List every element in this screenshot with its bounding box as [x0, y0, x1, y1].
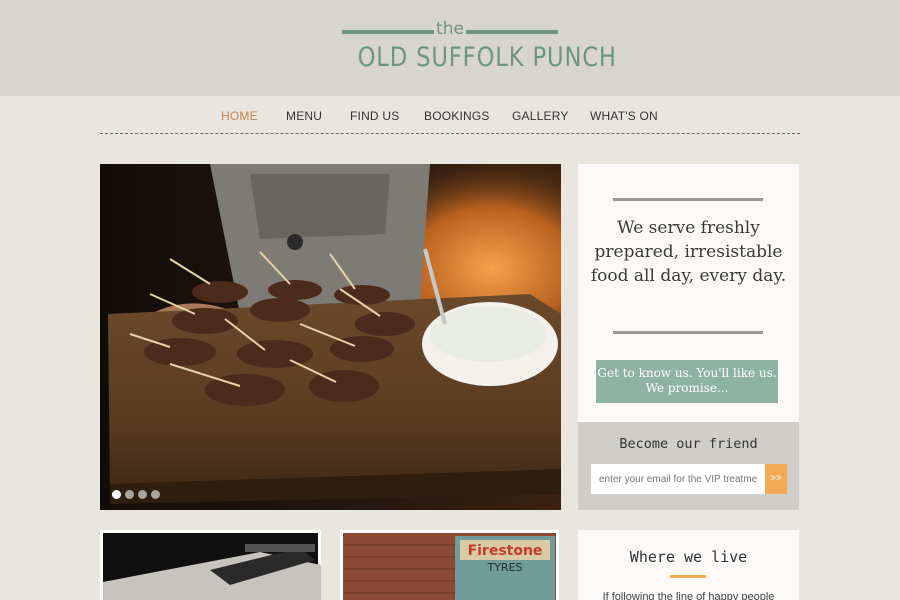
- location-text: If following the line of happy people: [602, 591, 775, 600]
- nav-find-us[interactable]: FIND US: [350, 109, 399, 123]
- slider-dot-2[interactable]: [125, 490, 134, 499]
- slider-dot-4[interactable]: [151, 490, 160, 499]
- slider-dot-1[interactable]: [112, 490, 121, 499]
- nav-menu[interactable]: MENU: [286, 109, 322, 123]
- promo-rule-top: [613, 198, 763, 201]
- firestone-sign-text: Firestone: [468, 543, 543, 559]
- slider-dot-3[interactable]: [138, 490, 147, 499]
- logo-name: OLD SUFFOLK PUNCH: [357, 42, 617, 73]
- thumbnail-firestone[interactable]: Firestone TYRES: [340, 530, 559, 600]
- slider-dots: [112, 490, 160, 499]
- hero-image: [100, 164, 561, 510]
- promo-tagline: We serve freshly prepared, irresistable …: [590, 218, 787, 286]
- nav-home[interactable]: HOME: [221, 109, 258, 123]
- thumbnail-image-firestone: Firestone TYRES: [343, 533, 556, 600]
- tyres-sign-text: TYRES: [486, 561, 522, 574]
- nav-whats-on[interactable]: WHAT'S ON: [590, 109, 658, 123]
- newsletter-box: Become our friend >>: [578, 422, 799, 510]
- hero-slider[interactable]: [100, 164, 561, 510]
- location-rule: [670, 575, 706, 578]
- thumbnail-image-menu: [103, 533, 321, 600]
- newsletter-submit-button[interactable]: >>: [765, 464, 787, 494]
- nav-bookings[interactable]: BOOKINGS: [424, 109, 490, 123]
- email-field[interactable]: [591, 464, 765, 494]
- get-to-know-us-button[interactable]: Get to know us. You'll like us. We promi…: [596, 360, 778, 403]
- site-logo[interactable]: the OLD SUFFOLK PUNCH: [340, 18, 617, 78]
- location-title: Where we live: [629, 548, 748, 566]
- nav-gallery[interactable]: GALLERY: [512, 109, 569, 123]
- promo-card: We serve freshly prepared, irresistable …: [578, 164, 799, 422]
- thumbnail-menu[interactable]: [100, 530, 321, 600]
- logo-the: the: [436, 19, 464, 39]
- newsletter-title: Become our friend: [619, 436, 758, 452]
- location-card: Where we live If following the line of h…: [578, 530, 799, 600]
- promo-rule-bottom: [613, 331, 763, 334]
- main-nav: HOME MENU FIND US BOOKINGS GALLERY WHAT'…: [100, 96, 800, 134]
